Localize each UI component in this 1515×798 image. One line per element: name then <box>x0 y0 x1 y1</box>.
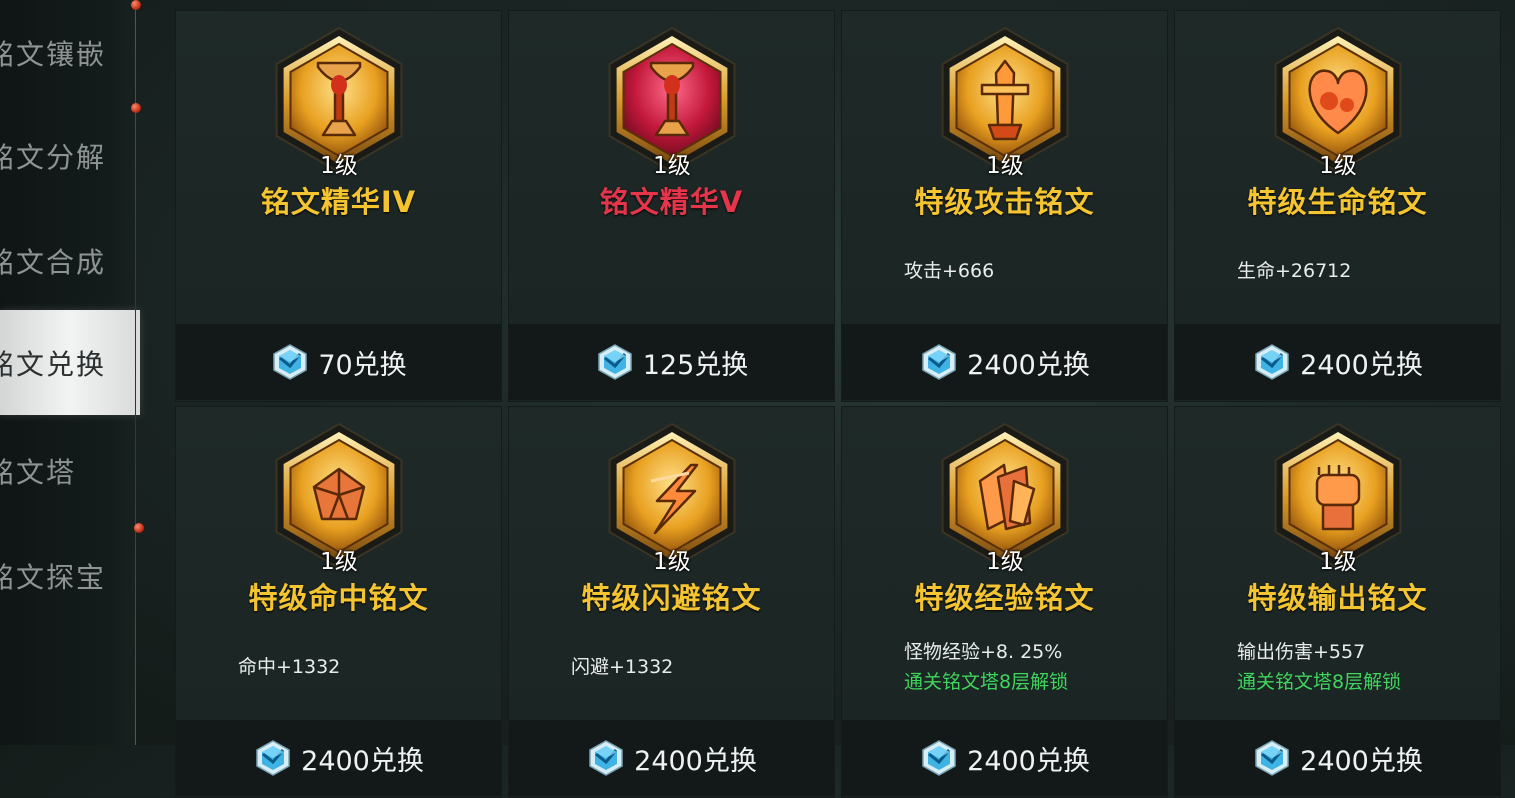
gem-currency-icon <box>270 342 310 382</box>
level-label: 1级 <box>653 549 691 575</box>
stat-text: 怪物经验+8. 25% <box>904 641 1063 663</box>
cost-label: 2400兑换 <box>1300 349 1423 381</box>
card-body: 1级特级闪避铭文闪避+1332 <box>509 407 834 719</box>
level-label: 1级 <box>1319 153 1357 179</box>
sidebar-item-label: 铭文镶嵌 <box>0 37 107 71</box>
goblet-icon: 1级 <box>601 25 743 179</box>
inscription-name: 铭文精华IV <box>260 185 417 219</box>
gem-currency-icon <box>253 738 293 778</box>
level-label: 1级 <box>986 153 1024 179</box>
cost-label: 70兑换 <box>318 349 407 381</box>
cost-label: 2400兑换 <box>967 349 1090 381</box>
gem-currency-icon <box>595 342 635 382</box>
inscription-name: 特级闪避铭文 <box>581 581 762 615</box>
inscription-card[interactable]: 1级特级生命铭文生命+26712 2400兑换 <box>1174 10 1501 402</box>
decor-dot <box>131 103 141 113</box>
fist-icon: 1级 <box>1267 421 1409 575</box>
inscription-name: 铭文精华V <box>599 185 744 219</box>
inscription-name: 特级攻击铭文 <box>914 185 1095 219</box>
inscription-name: 特级生命铭文 <box>1247 185 1428 219</box>
cost-label: 2400兑换 <box>967 745 1090 777</box>
stat-text: 闪避+1332 <box>571 656 674 678</box>
inscription-card[interactable]: 1级特级输出铭文输出伤害+557 通关铭文塔8层解锁 2400兑换 <box>1174 406 1501 798</box>
unlock-text: 通关铭文塔8层解锁 <box>1237 671 1402 693</box>
sidebar-item-decompose[interactable]: 铭文分解 <box>0 103 135 208</box>
cost-label: 2400兑换 <box>1300 745 1423 777</box>
stat-text: 攻击+666 <box>904 260 995 282</box>
gem-currency-icon <box>1252 342 1292 382</box>
inscription-name: 特级经验铭文 <box>914 581 1095 615</box>
card-body: 1级铭文精华IV <box>176 11 501 323</box>
sidebar-item-inlay[interactable]: 铭文镶嵌 <box>0 0 135 105</box>
inscription-card[interactable]: 1级铭文精华IV 70兑换 <box>175 10 502 402</box>
goblet-icon: 1级 <box>268 25 410 179</box>
sidebar-item-treasure[interactable]: 铭文探宝 <box>0 523 135 628</box>
exchange-button[interactable]: 2400兑换 <box>1175 720 1500 796</box>
crystal-icon: 1级 <box>268 421 410 575</box>
exchange-button[interactable]: 2400兑换 <box>509 720 834 796</box>
sidebar-item-label: 铭文探宝 <box>0 560 107 594</box>
card-body: 1级特级攻击铭文攻击+666 <box>842 11 1167 323</box>
card-body: 1级铭文精华V <box>509 11 834 323</box>
gem-currency-icon <box>586 738 626 778</box>
cost-label: 2400兑换 <box>301 745 424 777</box>
lightning-icon: 1级 <box>601 421 743 575</box>
cost-label: 2400兑换 <box>634 745 757 777</box>
inscription-card[interactable]: 1级铭文精华V 125兑换 <box>508 10 835 402</box>
level-label: 1级 <box>320 549 358 575</box>
level-label: 1级 <box>653 153 691 179</box>
level-label: 1级 <box>1319 549 1357 575</box>
sidebar-item-label: 铭文合成 <box>0 245 107 279</box>
sidebar-item-label: 铭文塔 <box>0 455 77 489</box>
level-label: 1级 <box>320 153 358 179</box>
exchange-button[interactable]: 2400兑换 <box>842 324 1167 400</box>
inscription-name: 特级输出铭文 <box>1247 581 1428 615</box>
gem-currency-icon <box>919 738 959 778</box>
stat-text: 生命+26712 <box>1237 260 1352 282</box>
unlock-text: 通关铭文塔8层解锁 <box>904 671 1069 693</box>
sidebar-item-label: 铭文兑换 <box>0 347 107 381</box>
gem-currency-icon <box>1252 738 1292 778</box>
sidebar-item-exchange[interactable]: 铭文兑换 <box>0 310 140 415</box>
exchange-button[interactable]: 2400兑换 <box>842 720 1167 796</box>
stat-text: 输出伤害+557 <box>1237 641 1366 663</box>
inscription-card[interactable]: 1级特级攻击铭文攻击+666 2400兑换 <box>841 10 1168 402</box>
exchange-button[interactable]: 2400兑换 <box>176 720 501 796</box>
card-body: 1级特级命中铭文命中+1332 <box>176 407 501 719</box>
card-body: 1级特级生命铭文生命+26712 <box>1175 11 1500 323</box>
cost-label: 125兑换 <box>642 349 749 381</box>
sidebar-item-synthesize[interactable]: 铭文合成 <box>0 208 135 313</box>
exchange-button[interactable]: 125兑换 <box>509 324 834 400</box>
decor-dot <box>134 523 144 533</box>
sidebar: 铭文镶嵌 铭文分解 铭文合成 铭文兑换 铭文塔 铭文探宝 <box>0 0 140 745</box>
inscription-name: 特级命中铭文 <box>248 581 429 615</box>
sidebar-item-label: 铭文分解 <box>0 140 107 174</box>
cards-icon: 1级 <box>934 421 1076 575</box>
exchange-button[interactable]: 70兑换 <box>176 324 501 400</box>
inscription-card[interactable]: 1级特级经验铭文怪物经验+8. 25% 通关铭文塔8层解锁 2400兑换 <box>841 406 1168 798</box>
card-body: 1级特级经验铭文怪物经验+8. 25% 通关铭文塔8层解锁 <box>842 407 1167 719</box>
level-label: 1级 <box>986 549 1024 575</box>
card-body: 1级特级输出铭文输出伤害+557 通关铭文塔8层解锁 <box>1175 407 1500 719</box>
stat-text: 命中+1332 <box>238 656 341 678</box>
inscription-card[interactable]: 1级特级闪避铭文闪避+1332 2400兑换 <box>508 406 835 798</box>
inscription-card[interactable]: 1级特级命中铭文命中+1332 2400兑换 <box>175 406 502 798</box>
gem-currency-icon <box>919 342 959 382</box>
exchange-button[interactable]: 2400兑换 <box>1175 324 1500 400</box>
sword-icon: 1级 <box>934 25 1076 179</box>
heart-icon: 1级 <box>1267 25 1409 179</box>
decor-dot <box>131 0 141 10</box>
sidebar-item-tower[interactable]: 铭文塔 <box>0 418 135 523</box>
